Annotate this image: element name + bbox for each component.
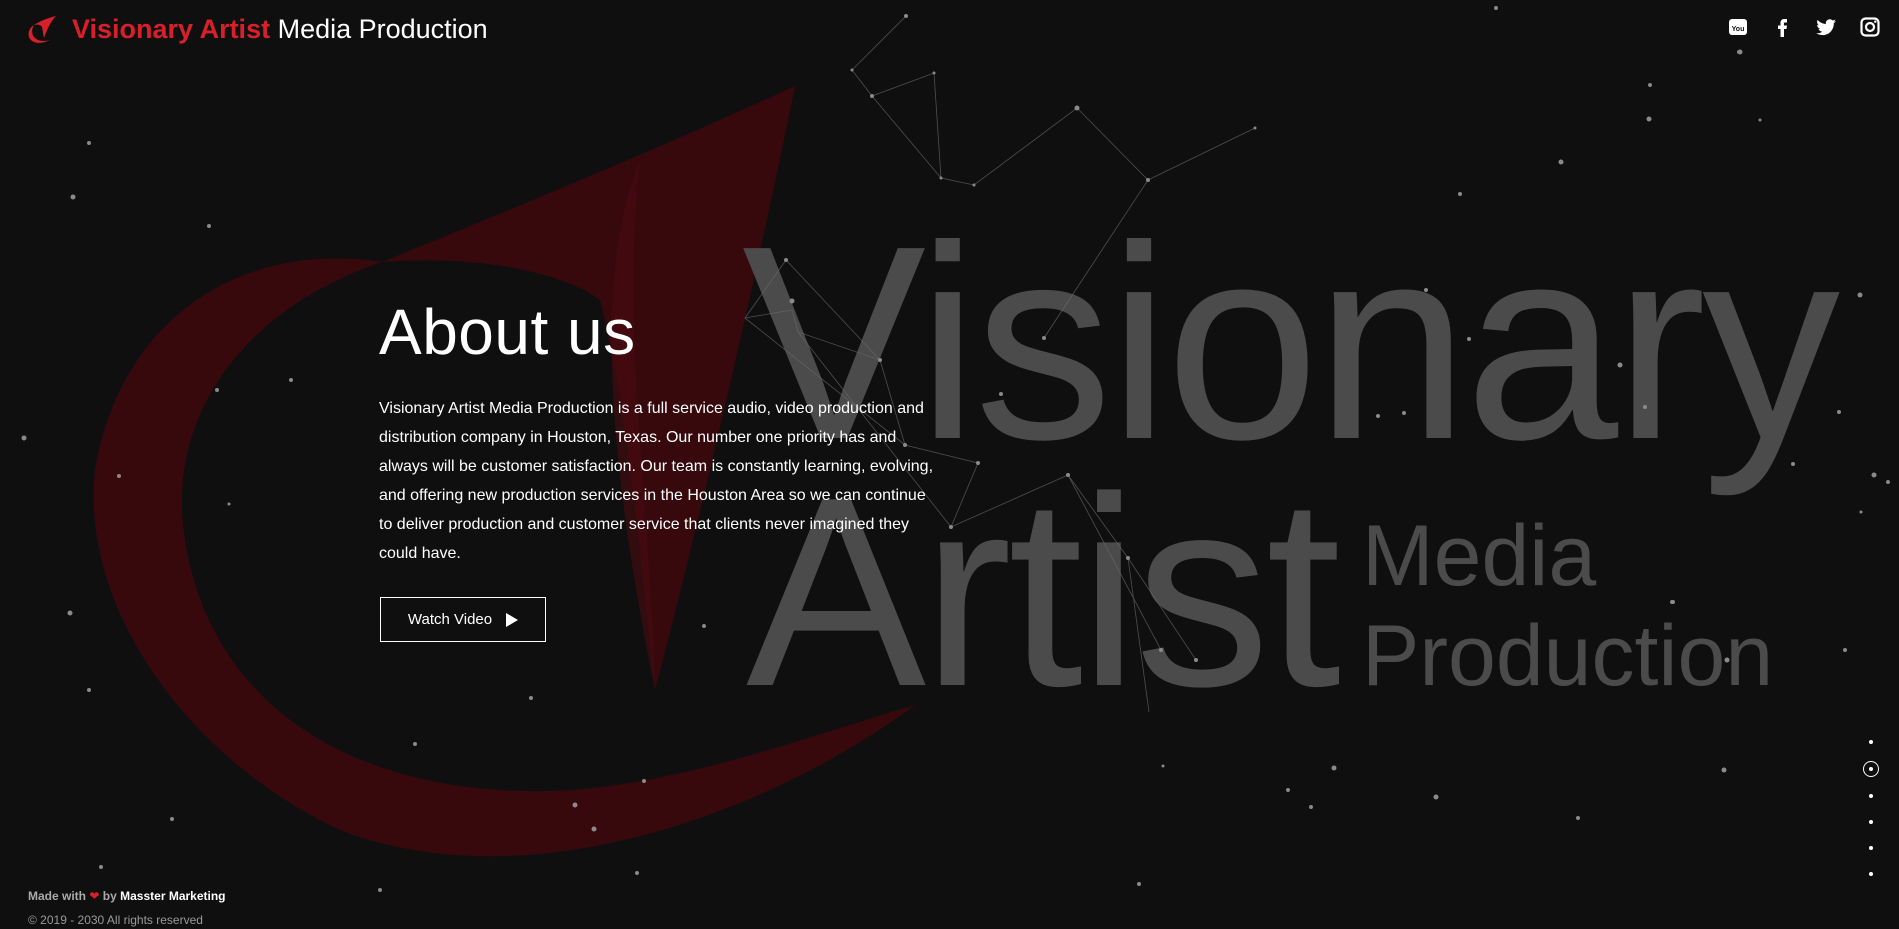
made-with-text: Made with	[28, 889, 87, 903]
social-links: You	[1727, 16, 1881, 38]
watch-video-label: Watch Video	[407, 611, 493, 628]
page-title: About us	[379, 296, 636, 368]
site-footer: Made with ❤ by Masster Marketing © 2019 …	[28, 884, 226, 929]
play-icon	[506, 612, 519, 627]
made-with-line: Made with ❤ by Masster Marketing	[28, 884, 226, 908]
site-title-rest: Media Production	[270, 14, 488, 44]
twitter-icon[interactable]	[1815, 16, 1837, 38]
va-swoosh-logo-icon[interactable]	[26, 12, 60, 46]
watermark-line4: Production	[1362, 608, 1773, 704]
facebook-icon[interactable]	[1771, 16, 1793, 38]
pagination-dot[interactable]	[1869, 794, 1873, 798]
site-title-accent: Visionary Artist	[72, 14, 271, 44]
heart-icon: ❤	[89, 889, 100, 903]
about-description: Visionary Artist Media Production is a f…	[379, 400, 934, 562]
instagram-icon[interactable]	[1859, 16, 1881, 38]
pagination-dot-active[interactable]	[1863, 761, 1879, 777]
pagination-dot[interactable]	[1869, 872, 1873, 876]
made-by-text: by	[102, 889, 117, 903]
section-pagination	[1863, 729, 1879, 887]
pagination-dot[interactable]	[1869, 740, 1873, 744]
svg-text:You: You	[1732, 26, 1745, 33]
watch-video-button[interactable]: Watch Video	[380, 597, 546, 642]
background-art: Visionary Artist Media Production	[21, 6, 1890, 892]
about-section: About us Visionary Artist Media Producti…	[379, 296, 939, 568]
watermark-line3: Media	[1362, 508, 1596, 604]
copyright-text: © 2019 - 2030 All rights reserved	[28, 913, 203, 927]
footer-brand-link[interactable]: Masster Marketing	[120, 889, 225, 903]
site-header: Visionary Artist Media Production	[26, 12, 488, 46]
pagination-dot[interactable]	[1869, 820, 1873, 824]
site-title[interactable]: Visionary Artist Media Production	[72, 13, 488, 45]
pagination-dot[interactable]	[1869, 846, 1873, 850]
page: Visionary Artist Media Production Vision…	[0, 0, 1899, 929]
youtube-icon[interactable]: You	[1727, 16, 1749, 38]
